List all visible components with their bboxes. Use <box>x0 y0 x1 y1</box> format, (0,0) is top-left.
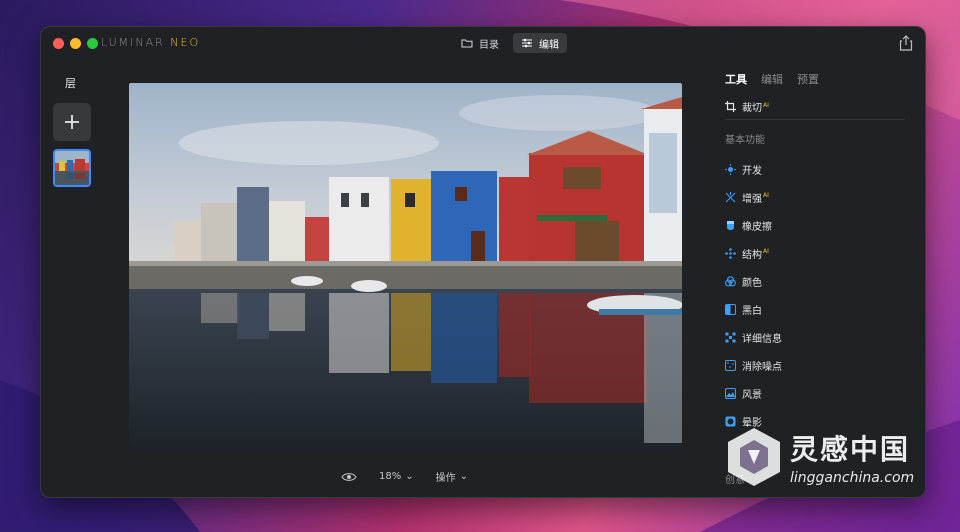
tool-label: 详细信息 <box>742 333 782 345</box>
sliders-icon <box>522 38 532 48</box>
watermark-en: lingganchina.com <box>790 470 915 486</box>
divider <box>725 119 905 120</box>
eye-icon <box>341 472 357 481</box>
tool-label: 风景 <box>742 389 762 401</box>
tab-edit-label: 编辑 <box>539 39 559 51</box>
tool-label: 颜色 <box>742 277 762 289</box>
tab-catalog[interactable]: 目录 <box>453 33 507 53</box>
tool-develop[interactable]: 开发 <box>725 155 782 183</box>
tool-label: 橡皮擦 <box>742 221 772 233</box>
tools-panel-tabs: 工具 编辑 预置 <box>725 71 819 87</box>
landscape-icon <box>725 387 736 399</box>
eraser-icon <box>727 220 734 230</box>
tool-black-white[interactable]: 黑白 <box>725 295 782 323</box>
section-essentials: 基本功能 <box>725 135 765 146</box>
add-layer-button[interactable] <box>53 103 91 141</box>
tool-label: 结构 <box>742 249 762 261</box>
crop-tool[interactable]: 裁切AI <box>725 99 769 114</box>
layer-thumbnail-image <box>55 151 89 185</box>
tool-label: 黑白 <box>742 305 762 317</box>
tool-enhance[interactable]: 增强AI <box>725 183 782 211</box>
sparkle-icon <box>725 191 736 202</box>
structure-icon <box>725 247 736 259</box>
watermark-logo-icon <box>728 428 780 486</box>
details-icon <box>725 332 736 342</box>
ai-badge: AI <box>763 101 769 109</box>
layers-panel: 层 <box>41 59 121 497</box>
zoom-window-button[interactable] <box>87 38 98 49</box>
ai-badge: AI <box>763 192 769 200</box>
app-logo: LUMINAR NEO <box>101 36 200 49</box>
close-window-button[interactable] <box>53 38 64 49</box>
tab-edits[interactable]: 编辑 <box>761 71 783 87</box>
tab-edit[interactable]: 编辑 <box>513 33 567 53</box>
tool-details[interactable]: 详细信息 <box>725 323 782 351</box>
watermark: 灵感中国 lingganchina.com <box>724 424 938 496</box>
zoom-value: 18% <box>379 471 402 482</box>
essentials-tool-list: 开发 增强AI 橡皮擦 结构AI 颜色 黑白 详细信息 消除噪点 风景 晕影 <box>725 155 782 435</box>
preview-toggle[interactable] <box>341 472 357 482</box>
sun-icon <box>725 163 736 175</box>
title-bar: LUMINAR NEO 目录 编辑 <box>41 27 925 59</box>
layers-title: 层 <box>65 77 76 90</box>
logo-text-neo: NEO <box>170 36 201 49</box>
actions-label: 操作 <box>435 473 456 484</box>
tool-label: 增强 <box>742 193 762 205</box>
plus-icon <box>65 115 79 129</box>
tool-color[interactable]: 颜色 <box>725 267 782 295</box>
tool-label: 开发 <box>742 165 762 177</box>
color-icon <box>725 275 736 287</box>
logo-text-luminar: LUMINAR <box>101 36 171 49</box>
minimize-window-button[interactable] <box>70 38 81 49</box>
canvas-bottom-bar: 18% ⌄ 操作 ⌄ <box>341 469 468 484</box>
share-icon[interactable] <box>899 35 913 51</box>
crop-label: 裁切 <box>742 103 762 114</box>
chevron-down-icon: ⌄ <box>405 471 414 482</box>
denoise-icon <box>725 359 736 371</box>
photo-canvas[interactable] <box>129 83 682 451</box>
layer-thumbnail[interactable] <box>53 149 91 187</box>
watermark-cn: 灵感中国 <box>790 433 911 466</box>
window-controls <box>53 38 98 49</box>
tab-tools[interactable]: 工具 <box>725 71 747 87</box>
tool-label: 消除噪点 <box>742 361 782 373</box>
tool-erase[interactable]: 橡皮擦 <box>725 211 782 239</box>
actions-dropdown[interactable]: 操作 ⌄ <box>436 469 468 484</box>
tool-landscape[interactable]: 风景 <box>725 379 782 407</box>
tab-presets[interactable]: 预置 <box>797 71 819 87</box>
bw-icon <box>725 303 736 315</box>
mode-tabs: 目录 编辑 <box>453 33 567 53</box>
chevron-down-icon: ⌄ <box>459 471 469 482</box>
tool-structure[interactable]: 结构AI <box>725 239 782 267</box>
folder-icon <box>461 39 473 48</box>
crop-icon <box>725 101 736 112</box>
zoom-dropdown[interactable]: 18% ⌄ <box>379 471 414 482</box>
photo-image <box>129 83 682 451</box>
tool-denoise[interactable]: 消除噪点 <box>725 351 782 379</box>
ai-badge: AI <box>763 248 769 256</box>
tab-catalog-label: 目录 <box>479 39 499 51</box>
